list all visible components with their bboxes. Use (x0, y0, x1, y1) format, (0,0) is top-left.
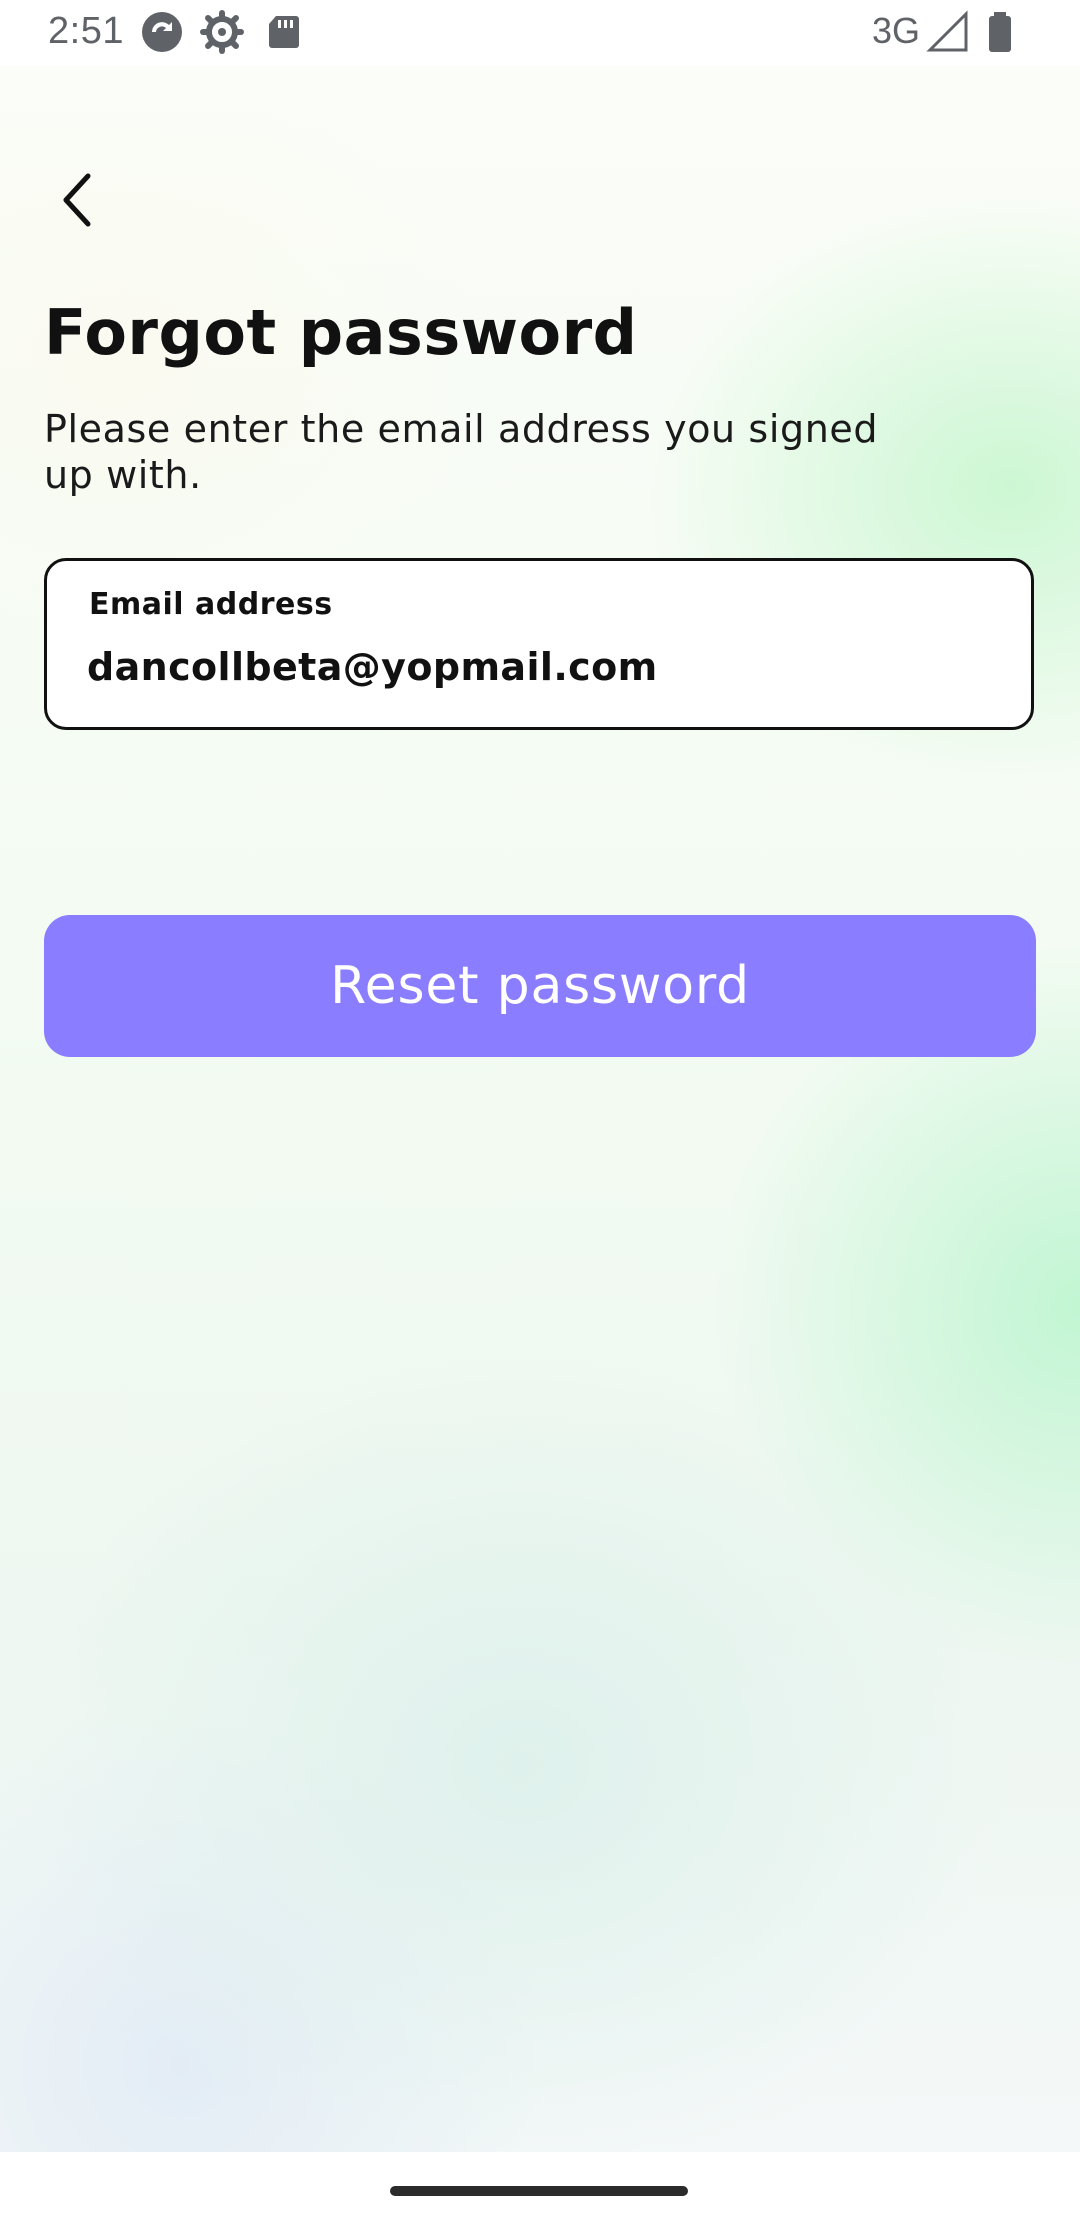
signal-icon (926, 10, 970, 54)
chevron-left-icon (63, 173, 91, 227)
network-type: 3G (871, 10, 920, 51)
sd-card-icon (262, 10, 306, 54)
email-field[interactable]: Email address (44, 558, 1034, 730)
settings-gear-icon (200, 10, 244, 54)
navigation-bar (0, 2152, 1080, 2220)
home-indicator[interactable] (390, 2186, 688, 2196)
status-bar: 2:51 3G (0, 0, 1080, 66)
email-input[interactable] (87, 641, 987, 693)
page-subtitle: Please enter the email address you signe… (44, 407, 879, 497)
email-label: Email address (89, 587, 333, 622)
sync-icon (140, 10, 184, 54)
forgot-password-screen: 2:51 3G Forgot password Please enter the… (0, 0, 1080, 2220)
battery-icon (978, 10, 1022, 54)
reset-password-button[interactable]: Reset password (44, 915, 1036, 1057)
status-time: 2:51 (48, 10, 124, 52)
back-button[interactable] (44, 166, 112, 234)
page-title: Forgot password (44, 296, 638, 369)
content-area: Forgot password Please enter the email a… (0, 66, 1080, 2152)
